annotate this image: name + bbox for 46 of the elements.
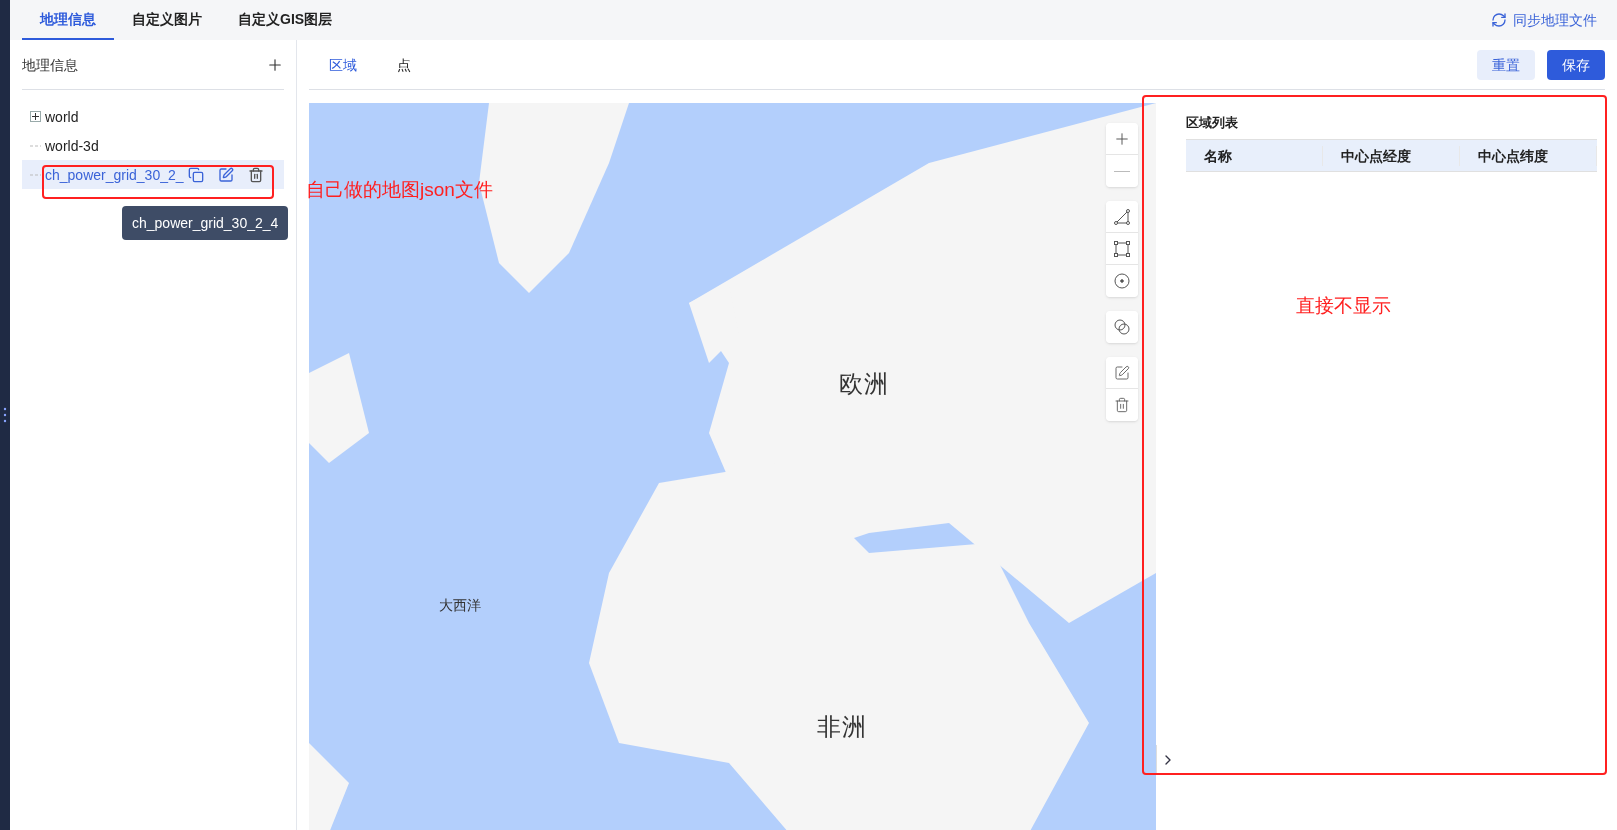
- tree-connector-icon: [30, 144, 41, 147]
- column-header: 名称: [1186, 145, 1323, 166]
- overlapping-circles-icon: [1113, 318, 1131, 336]
- combine-tool-button[interactable]: [1106, 311, 1138, 343]
- tree-item[interactable]: ch_power_grid_30_2_: [22, 160, 284, 189]
- circle-icon: [1113, 272, 1131, 290]
- tooltip: ch_power_grid_30_2_4: [122, 206, 289, 240]
- save-button[interactable]: 保存: [1547, 49, 1605, 80]
- edit-tool-button[interactable]: [1106, 357, 1138, 389]
- map-label: 欧洲: [839, 369, 889, 399]
- content-tab[interactable]: 点: [377, 54, 431, 75]
- zoom-in-button[interactable]: [1106, 123, 1138, 155]
- top-tab[interactable]: 地理信息: [22, 0, 114, 40]
- delete-icon[interactable]: [247, 166, 264, 183]
- tree-item[interactable]: world-3d: [22, 131, 284, 160]
- polygon-icon: [1113, 207, 1131, 226]
- tree-item[interactable]: world: [22, 102, 284, 131]
- annotation-text: 自己做的地图json文件: [306, 178, 493, 202]
- column-header: 中心点纬度: [1460, 145, 1597, 166]
- map-label: 非洲: [817, 712, 867, 742]
- pencil-icon: [1114, 364, 1130, 381]
- edit-icon[interactable]: [217, 166, 234, 183]
- refresh-icon: [1491, 12, 1507, 28]
- content-tab[interactable]: 区域: [309, 54, 377, 75]
- tree-item-label: world: [45, 107, 79, 127]
- copy-icon[interactable]: [187, 166, 204, 183]
- top-tab[interactable]: 自定义图片: [114, 0, 220, 40]
- tree-item-label: ch_power_grid_30_2_: [45, 165, 184, 185]
- trash-icon: [1114, 397, 1130, 413]
- expand-icon[interactable]: [30, 111, 41, 122]
- rectangle-tool-button[interactable]: [1106, 233, 1138, 265]
- circle-tool-button[interactable]: [1106, 265, 1138, 297]
- annotation-text: 直接不显示: [1296, 294, 1392, 318]
- drag-handle-icon[interactable]: [3, 407, 7, 423]
- tree-connector-icon: [30, 173, 41, 176]
- map-label: 大西洋: [439, 596, 481, 615]
- top-tab[interactable]: 自定义GIS图层: [220, 0, 351, 40]
- reset-button[interactable]: 重置: [1477, 49, 1535, 80]
- panel-title: 区域列表: [1186, 114, 1239, 132]
- delete-tool-button[interactable]: [1106, 389, 1138, 421]
- sidebar-title: 地理信息: [22, 55, 78, 75]
- sync-files-button[interactable]: 同步地理文件: [1491, 0, 1597, 40]
- polygon-tool-button[interactable]: [1106, 201, 1138, 233]
- tree-item-label: world-3d: [45, 136, 99, 156]
- rectangle-icon: [1113, 239, 1131, 258]
- column-header: 中心点经度: [1323, 145, 1460, 166]
